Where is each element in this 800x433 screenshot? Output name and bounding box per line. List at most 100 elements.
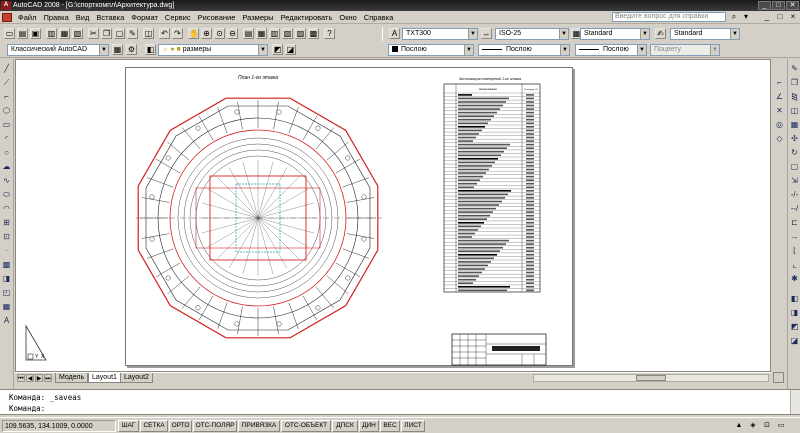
snap-intersection-icon[interactable]: ✕ bbox=[774, 105, 785, 116]
polygon-icon[interactable]: ⬡ bbox=[1, 105, 12, 116]
doc-minimize-button[interactable]: _ bbox=[762, 12, 772, 22]
table-style-select[interactable]: Standard ▼ bbox=[580, 28, 650, 40]
chevron-down-icon[interactable]: ▼ bbox=[559, 29, 568, 39]
layer-isolate-icon[interactable]: ◨ bbox=[789, 307, 800, 318]
last-tab-icon[interactable]: ⏭ bbox=[44, 374, 52, 382]
save-icon[interactable]: ▣ bbox=[30, 28, 41, 39]
osnap-button[interactable]: ПРИВЯЗКА bbox=[238, 420, 280, 432]
command-scrollbar[interactable] bbox=[790, 390, 800, 414]
fillet-icon[interactable]: ⌞ bbox=[789, 259, 800, 270]
menu-insert[interactable]: Вставка bbox=[93, 13, 128, 22]
mleader-style-select[interactable]: Standard ▼ bbox=[670, 28, 740, 40]
tool-palettes-icon[interactable]: ▥ bbox=[269, 28, 280, 39]
minimize-button[interactable]: _ bbox=[758, 1, 771, 10]
text-style-select[interactable]: TXT300 ▼ bbox=[402, 28, 478, 40]
command-window[interactable]: Команда: _saveas Команда: bbox=[0, 389, 800, 415]
ducs-button[interactable]: ДПСК bbox=[332, 420, 358, 432]
line-icon[interactable]: ╱ bbox=[1, 63, 12, 74]
menu-help[interactable]: Справка bbox=[361, 13, 397, 22]
undo-icon[interactable]: ↶ bbox=[159, 28, 170, 39]
chevron-down-icon[interactable]: ▼ bbox=[258, 45, 267, 55]
menu-format[interactable]: Формат bbox=[128, 13, 162, 22]
new-icon[interactable]: ▭ bbox=[4, 28, 15, 39]
make-block-icon[interactable]: ⊡ bbox=[1, 231, 12, 242]
paper-button[interactable]: ЛИСТ bbox=[401, 420, 425, 432]
layer-lock-icon[interactable]: ◪ bbox=[789, 335, 800, 346]
close-button[interactable]: ✕ bbox=[786, 1, 799, 10]
dim-style-icon[interactable]: ↔ bbox=[481, 28, 492, 39]
ellipse-icon[interactable]: ⬭ bbox=[1, 189, 12, 200]
move-icon[interactable]: ✣ bbox=[789, 133, 800, 144]
extend-icon[interactable]: --/ bbox=[789, 203, 800, 214]
explode-icon[interactable]: ✱ bbox=[789, 273, 800, 284]
rectangle-icon[interactable]: ▭ bbox=[1, 119, 12, 130]
layer-tools-icon[interactable]: ◧ bbox=[789, 293, 800, 304]
tab-layout1[interactable]: Layout1 bbox=[88, 373, 121, 383]
otrack-button[interactable]: ОТС-ОБЪЕКТ bbox=[281, 420, 331, 432]
tab-layout2[interactable]: Layout2 bbox=[120, 373, 153, 383]
snap-endpoint-icon[interactable]: ⌐ bbox=[774, 77, 785, 88]
calculator-icon[interactable]: ▩ bbox=[308, 28, 319, 39]
communication-center-icon[interactable]: ◈ bbox=[748, 421, 758, 431]
spline-icon[interactable]: ∿ bbox=[1, 175, 12, 186]
point-icon[interactable]: · bbox=[1, 245, 12, 256]
horizontal-scrollbar[interactable] bbox=[533, 374, 769, 382]
menu-file[interactable]: Файл bbox=[15, 13, 40, 22]
menu-draw[interactable]: Рисование bbox=[195, 13, 240, 22]
insert-block-icon[interactable]: ⊞ bbox=[1, 217, 12, 228]
mirror-icon[interactable]: ⧎ bbox=[789, 91, 800, 102]
revision-cloud-icon[interactable]: ☁ bbox=[1, 161, 12, 172]
erase-icon[interactable]: ✎ bbox=[789, 63, 800, 74]
multiline-text-icon[interactable]: A bbox=[1, 315, 12, 326]
chevron-down-icon[interactable]: ▼ bbox=[468, 29, 477, 39]
open-icon[interactable]: ▤ bbox=[17, 28, 28, 39]
layer-freeze-icon[interactable]: ◩ bbox=[789, 321, 800, 332]
menu-modify[interactable]: Редактировать bbox=[278, 13, 337, 22]
menu-edit[interactable]: Правка bbox=[40, 13, 72, 22]
doc-close-button[interactable]: × bbox=[788, 12, 798, 22]
clean-screen-icon[interactable]: ▭ bbox=[776, 421, 786, 431]
region-icon[interactable]: ◰ bbox=[1, 287, 12, 298]
properties-icon[interactable]: ▤ bbox=[243, 28, 254, 39]
layer-select[interactable]: ☼ ● ■ размеры ▼ bbox=[158, 44, 268, 56]
menu-dimension[interactable]: Размеры bbox=[239, 13, 277, 22]
polar-button[interactable]: ОТС-ПОЛЯР bbox=[193, 420, 237, 432]
chevron-down-icon[interactable]: ▼ bbox=[99, 45, 108, 55]
construction-line-icon[interactable]: ⟋ bbox=[1, 77, 12, 88]
match-properties-icon[interactable]: ✎ bbox=[127, 28, 138, 39]
offset-icon[interactable]: ◫ bbox=[789, 105, 800, 116]
print-icon[interactable]: ▥ bbox=[46, 28, 57, 39]
menu-window[interactable]: Окно bbox=[336, 13, 360, 22]
help-icon[interactable]: ? bbox=[324, 28, 335, 39]
command-input-line[interactable]: Команда: bbox=[9, 404, 45, 413]
publish-icon[interactable]: ▧ bbox=[72, 28, 83, 39]
ortho-button[interactable]: ОРТО bbox=[169, 420, 192, 432]
scale-icon[interactable]: ▢ bbox=[789, 161, 800, 172]
tab-model[interactable]: Модель bbox=[55, 373, 89, 383]
layer-manager-icon[interactable]: ◧ bbox=[145, 44, 156, 55]
zoom-window-icon[interactable]: ⊙ bbox=[214, 28, 225, 39]
table-icon[interactable]: ▦ bbox=[1, 301, 12, 312]
drawing-area[interactable]: План 1-го этажа Экспликация помещений 1-… bbox=[15, 59, 771, 372]
gradient-icon[interactable]: ◨ bbox=[1, 273, 12, 284]
snap-button[interactable]: ШАГ bbox=[118, 420, 139, 432]
make-current-layer-icon[interactable]: ◩ bbox=[272, 44, 283, 55]
join-icon[interactable]: → bbox=[789, 231, 800, 242]
layer-previous-icon[interactable]: ◪ bbox=[285, 44, 296, 55]
help-search-input[interactable]: Введите вопрос для справки bbox=[612, 12, 726, 22]
grid-button[interactable]: СЕТКА bbox=[140, 420, 168, 432]
polyline-icon[interactable]: ⌐ bbox=[1, 91, 12, 102]
menu-tools[interactable]: Сервис bbox=[162, 13, 195, 22]
text-style-icon[interactable]: A bbox=[389, 28, 400, 39]
mleader-style-icon[interactable]: ✍ bbox=[655, 28, 666, 39]
pan-icon[interactable]: ✋ bbox=[188, 28, 199, 39]
hatch-icon[interactable]: ▩ bbox=[1, 259, 12, 270]
design-center-icon[interactable]: ▦ bbox=[256, 28, 267, 39]
ellipse-arc-icon[interactable]: ◠ bbox=[1, 203, 12, 214]
chamfer-icon[interactable]: ⌊ bbox=[789, 245, 800, 256]
sheet-set-icon[interactable]: ▧ bbox=[282, 28, 293, 39]
maximize-button[interactable]: □ bbox=[772, 1, 785, 10]
next-tab-icon[interactable]: ▶ bbox=[35, 374, 43, 382]
zoom-realtime-icon[interactable]: ⊕ bbox=[201, 28, 212, 39]
chevron-down-icon[interactable]: ▼ bbox=[730, 29, 739, 39]
